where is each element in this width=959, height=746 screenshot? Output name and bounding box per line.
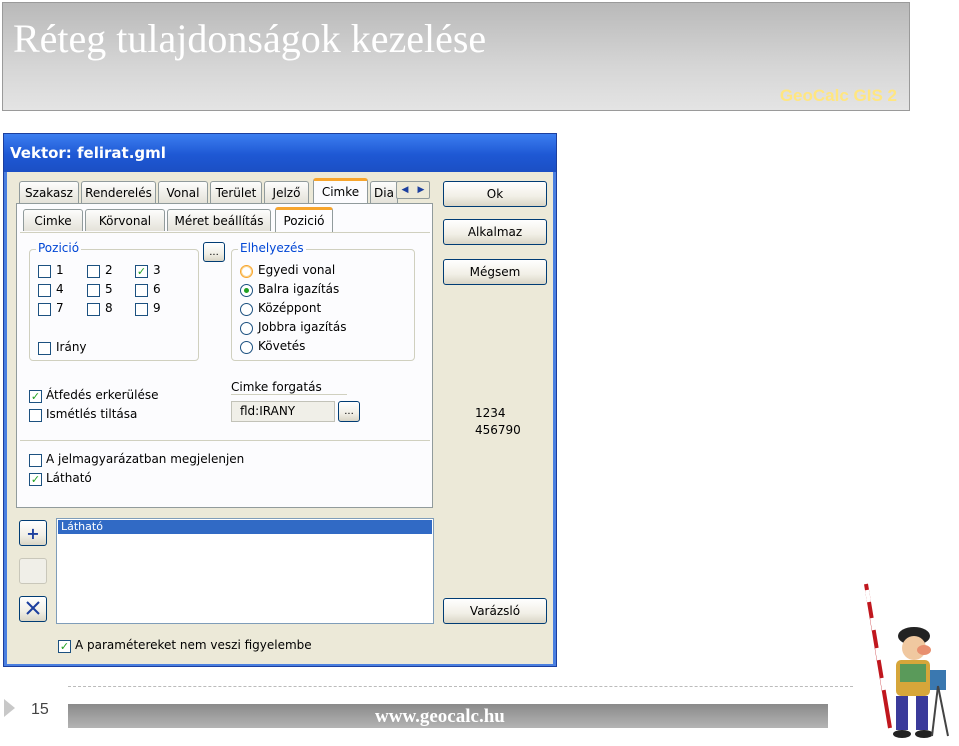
subtab-pozicio[interactable]: Pozició: [275, 207, 333, 232]
visible-checkbox[interactable]: ✓: [29, 473, 42, 486]
wizard-button[interactable]: Varázsló: [443, 598, 547, 624]
cimke-tab-panel: Cimke Körvonal Méret beállítás Pozició P…: [16, 203, 433, 508]
radio-balra-igazitas[interactable]: [240, 284, 253, 297]
placement-group-legend: Elhelyezés: [238, 241, 306, 255]
position-checkbox-9[interactable]: [135, 303, 148, 316]
position-label-6: 6: [153, 282, 161, 296]
tab-cimke[interactable]: Cimke: [313, 178, 368, 203]
footer-url: www.geocalc.hu: [375, 706, 505, 727]
position-ellipsis-button[interactable]: ...: [203, 242, 225, 262]
chevron-right-icon[interactable]: ▶: [418, 185, 425, 195]
radio-label-jobbra-igazitas: Jobbra igazítás: [258, 320, 347, 334]
legend-show-label: A jelmagyarázatban megjelenjen: [46, 452, 245, 466]
rotation-underline: [231, 394, 347, 395]
radio-kovetes[interactable]: [240, 341, 253, 354]
ignore-params-label: A paramétereket nem veszi figyelembe: [75, 638, 312, 652]
radio-egyedi-vonal[interactable]: [240, 265, 253, 278]
position-group-legend: Pozició: [36, 241, 82, 255]
position-checkbox-7[interactable]: [38, 303, 51, 316]
checkmark-icon: ✓: [136, 265, 147, 278]
tab-vonal[interactable]: Vonal: [158, 181, 208, 203]
dialog-titlebar[interactable]: Vektor: felirat.gml: [4, 134, 556, 172]
position-checkbox-4[interactable]: [38, 284, 51, 297]
rotation-ellipsis-button[interactable]: ...: [338, 401, 360, 422]
position-checkbox-6[interactable]: [135, 284, 148, 297]
position-checkbox-3[interactable]: ✓: [135, 265, 148, 278]
footer-divider: [68, 686, 853, 687]
position-group: Pozició: [29, 241, 199, 361]
subtab-meret-beallitas[interactable]: Méret beállítás: [167, 209, 271, 231]
ignore-params-checkbox[interactable]: ✓: [58, 640, 71, 653]
position-label-1: 1: [56, 263, 64, 277]
apply-button[interactable]: Alkalmaz: [443, 219, 547, 245]
legend-show-checkbox[interactable]: [29, 454, 42, 467]
subtab-divider: [20, 232, 430, 233]
dialog-title: Vektor: felirat.gml: [10, 144, 166, 162]
no-repeat-label: Ismétlés tiltása: [46, 407, 138, 421]
page-number: 15: [31, 701, 49, 718]
position-checkbox-8[interactable]: [87, 303, 100, 316]
dialog-client: Szakasz Renderelés Vonal Terület Jelző C…: [7, 172, 553, 664]
checkmark-icon: ✓: [30, 390, 41, 403]
rotation-field[interactable]: fld:IRANY: [231, 401, 335, 422]
radio-kozeppont[interactable]: [240, 303, 253, 316]
list-item[interactable]: Látható: [58, 520, 432, 534]
chevron-left-icon[interactable]: ◀: [402, 185, 409, 195]
blank-button: [19, 558, 47, 584]
position-label-7: 7: [56, 301, 64, 315]
overlap-checkbox[interactable]: ✓: [29, 390, 42, 403]
position-label-9: 9: [153, 301, 161, 315]
subtab-cimke[interactable]: Cimke: [23, 209, 83, 231]
tab-scroll-arrows[interactable]: ◀ ▶: [396, 181, 430, 199]
brand-label: GeoCalc GIS 2: [779, 86, 897, 105]
direction-checkbox[interactable]: [38, 342, 51, 355]
position-label-5: 5: [105, 282, 113, 296]
subtab-korvonal[interactable]: Körvonal: [85, 209, 165, 231]
rotation-label: Cimke forgatás: [231, 380, 322, 394]
arrow-right-icon: [4, 699, 15, 717]
tab-terulet[interactable]: Terület: [210, 181, 262, 203]
position-label-8: 8: [105, 301, 113, 315]
radio-label-kovetes: Követés: [258, 339, 306, 353]
cancel-button[interactable]: Mégsem: [443, 259, 547, 285]
preview-line-2: 456790: [475, 423, 521, 437]
surveyor-illustration: [852, 578, 957, 742]
radio-dot-icon: [244, 288, 249, 293]
visible-label: Látható: [46, 471, 92, 485]
position-checkbox-5[interactable]: [87, 284, 100, 297]
radio-label-egyedi-vonal: Egyedi vonal: [258, 263, 336, 277]
overlap-label: Átfedés erkerülése: [46, 388, 159, 402]
direction-label: Irány: [56, 340, 87, 354]
position-label-3: 3: [153, 263, 161, 277]
preview-line-1: 1234: [475, 406, 506, 420]
delete-button[interactable]: [19, 596, 47, 622]
vector-properties-dialog: Vektor: felirat.gml Szakasz Renderelés V…: [3, 133, 557, 667]
tab-dia[interactable]: Dia: [370, 181, 398, 203]
cross-icon: [25, 600, 41, 619]
tab-rendereles[interactable]: Renderelés: [81, 181, 156, 203]
tab-szakasz[interactable]: Szakasz: [19, 181, 79, 203]
slide-title: Réteg tulajdonságok kezelése: [13, 16, 487, 61]
radio-label-balra-igazitas: Balra igazítás: [258, 282, 340, 296]
checkmark-icon: ✓: [59, 640, 70, 653]
slide-header: Réteg tulajdonságok kezelése GeoCalc GIS…: [2, 2, 910, 111]
radio-label-kozeppont: Középpont: [258, 301, 322, 315]
position-checkbox-2[interactable]: [87, 265, 100, 278]
checkmark-icon: ✓: [30, 473, 41, 486]
add-button[interactable]: +: [19, 520, 47, 546]
items-listbox[interactable]: Látható: [56, 518, 434, 624]
position-label-2: 2: [105, 263, 113, 277]
position-label-4: 4: [56, 282, 64, 296]
radio-jobbra-igazitas[interactable]: [240, 322, 253, 335]
no-repeat-checkbox[interactable]: [29, 409, 42, 422]
section-divider: [20, 440, 430, 441]
tab-jelzo[interactable]: Jelző: [264, 181, 309, 203]
position-checkbox-1[interactable]: [38, 265, 51, 278]
ok-button[interactable]: Ok: [443, 181, 547, 207]
